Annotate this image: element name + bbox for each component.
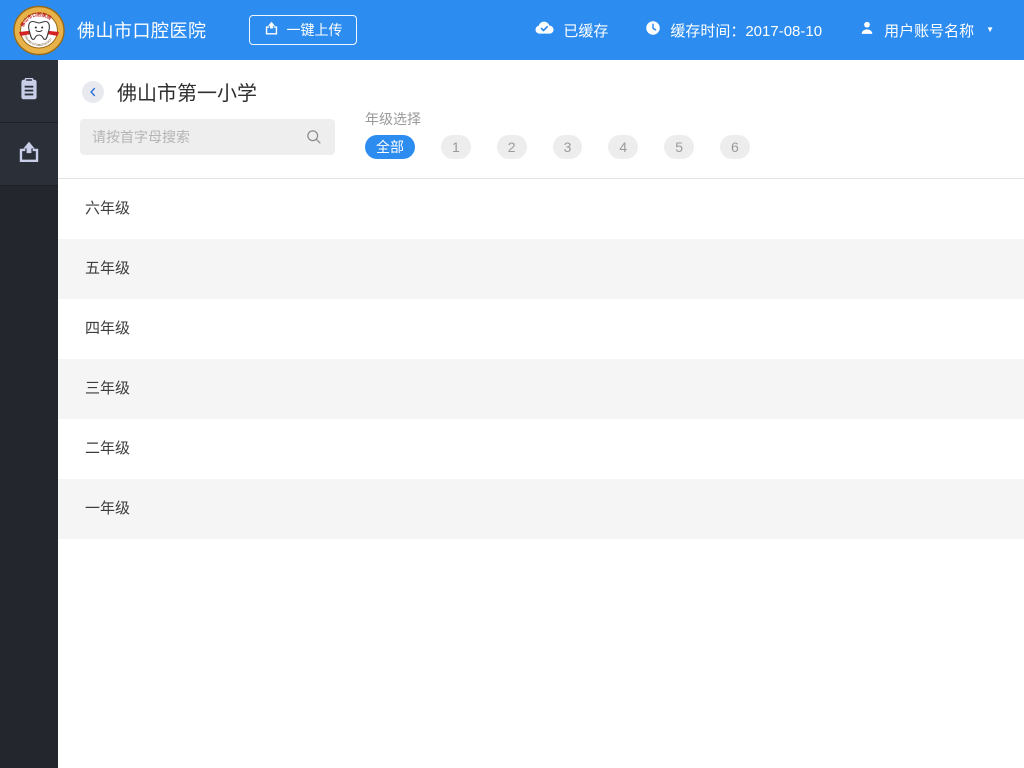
main-content: 佛山市第一小学 年级选择 全部 1 2 3 4 5 6 六年级 五年级 四年级 … xyxy=(58,60,1024,768)
user-account-menu[interactable]: 用户账号名称 ▼ xyxy=(858,19,994,41)
chevron-left-icon xyxy=(90,87,96,96)
hospital-logo: 佛山市口腔医院 FOSHAN STOMATOLOGY xyxy=(13,4,65,56)
grade-chip-all[interactable]: 全部 xyxy=(365,135,415,159)
clipboard-icon xyxy=(16,76,42,107)
cloud-check-icon xyxy=(533,17,555,43)
clock-icon xyxy=(644,19,662,41)
tooth-badge-icon: 佛山市口腔医院 FOSHAN STOMATOLOGY xyxy=(13,5,65,56)
grade-chip-5[interactable]: 5 xyxy=(664,135,694,159)
upload-icon xyxy=(263,20,280,40)
cache-time-label: 缓存时间：2017-08-10 xyxy=(670,22,823,40)
grade-list: 六年级 五年级 四年级 三年级 二年级 一年级 xyxy=(58,178,1024,539)
grade-chip-1[interactable]: 1 xyxy=(441,135,471,159)
chevron-down-icon: ▼ xyxy=(986,24,994,34)
cache-time: 缓存时间：2017-08-10 xyxy=(644,19,822,41)
page-head: 佛山市第一小学 xyxy=(82,77,257,106)
grade-chip-6[interactable]: 6 xyxy=(719,135,750,159)
upload-button-label: 一键上传 xyxy=(286,22,343,38)
app-header: 佛山市口腔医院 FOSHAN STOMATOLOGY 佛山市口腔医院 一键上传 xyxy=(0,0,1024,60)
grade-chip-4[interactable]: 4 xyxy=(608,135,639,159)
grade-select-label: 年级选择 xyxy=(365,111,421,127)
page-title: 佛山市第一小学 xyxy=(117,83,257,105)
search-icon xyxy=(305,128,323,151)
search-input[interactable] xyxy=(80,119,335,155)
grade-row[interactable]: 五年级 xyxy=(58,239,1024,299)
sidebar-item-records[interactable] xyxy=(0,60,58,123)
grade-select: 年级选择 全部 1 2 3 4 5 6 xyxy=(365,111,750,159)
grade-row[interactable]: 四年级 xyxy=(58,299,1024,359)
one-click-upload-button[interactable]: 一键上传 xyxy=(248,15,357,45)
app-title: 佛山市口腔医院 xyxy=(77,21,207,41)
header-right-group: 已缓存 缓存时间：2017-08-10 用户账号名称 ▼ xyxy=(533,17,994,43)
grade-chip-3[interactable]: 3 xyxy=(552,135,583,159)
search-box xyxy=(80,119,335,155)
sidebar-item-upload[interactable] xyxy=(0,123,58,186)
cached-status-label: 已缓存 xyxy=(563,22,609,40)
user-icon xyxy=(858,19,876,41)
grade-row[interactable]: 三年级 xyxy=(58,359,1024,419)
upload-icon xyxy=(16,139,42,170)
grade-chip-2[interactable]: 2 xyxy=(496,135,527,159)
back-button[interactable] xyxy=(82,80,104,103)
grade-row[interactable]: 一年级 xyxy=(58,479,1024,539)
user-account-label: 用户账号名称 xyxy=(884,22,975,40)
cached-status: 已缓存 xyxy=(533,17,608,43)
sidebar xyxy=(0,60,58,768)
grade-row[interactable]: 六年级 xyxy=(58,179,1024,239)
grade-chips: 全部 1 2 3 4 5 6 xyxy=(365,135,750,159)
grade-row[interactable]: 二年级 xyxy=(58,419,1024,479)
